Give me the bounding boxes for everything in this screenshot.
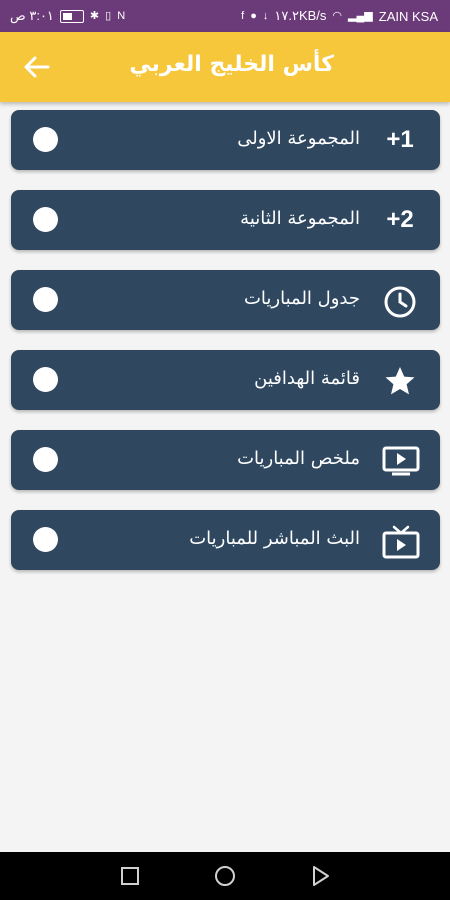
radio-button[interactable]: [33, 127, 58, 152]
triangle-back-icon: [313, 866, 329, 886]
download-icon: ↓: [262, 10, 269, 22]
radio-button[interactable]: [33, 287, 58, 312]
battery-icon: [59, 9, 84, 23]
menu-item-group-two[interactable]: المجموعة الثانية +2: [11, 190, 440, 250]
status-bar: ٣:٠١ ص ✱ ▯ N f ● ↓ ١٧.٢KB/s ◠ ▂▄▆ ZAIN K…: [0, 0, 450, 32]
nfc-icon: N: [117, 10, 126, 22]
radio-button[interactable]: [33, 367, 58, 392]
radio-button[interactable]: [33, 527, 58, 552]
signal-icon: ▂▄▆: [348, 10, 373, 22]
page-title: كأس الخليج العربي: [129, 52, 334, 77]
menu-item-match-highlights[interactable]: ملخص المباريات: [11, 430, 440, 490]
app-bar: كأس الخليج العربي: [0, 32, 450, 102]
menu-item-label: المجموعة الثانية: [240, 208, 360, 229]
carrier-name: ZAIN KSA: [378, 8, 438, 24]
square-icon: [121, 867, 139, 885]
menu-item-label: جدول المباريات: [243, 288, 360, 309]
menu-item-label: البث المباشر للمباريات: [189, 528, 360, 549]
menu-item-match-schedule[interactable]: جدول المباريات: [11, 270, 440, 330]
recents-button[interactable]: [118, 864, 142, 888]
menu-item-top-scorers[interactable]: قائمة الهدافين: [11, 350, 440, 410]
back-nav-button[interactable]: [308, 864, 332, 888]
radio-button[interactable]: [33, 447, 58, 472]
menu-item-live-stream[interactable]: البث المباشر للمباريات: [11, 510, 440, 570]
notification-icon: ●: [250, 10, 257, 22]
wifi-icon: ◠: [332, 10, 343, 22]
star-icon: [382, 365, 418, 395]
menu-item-group-one[interactable]: المجموعة الاولى +1: [11, 110, 440, 170]
system-nav-bar: [0, 852, 450, 900]
menu-list: المجموعة الاولى +1 المجموعة الثانية +2 ج…: [11, 110, 440, 590]
facebook-icon: f: [241, 10, 245, 22]
clock-text: ٣:٠١ ص: [10, 8, 54, 23]
menu-item-label: ملخص المباريات: [237, 448, 360, 469]
video-screen-icon: [382, 445, 420, 476]
status-right: f ● ↓ ١٧.٢KB/s ◠ ▂▄▆ ZAIN KSA: [241, 8, 438, 24]
circle-icon: [215, 866, 235, 886]
menu-item-label: المجموعة الاولى: [237, 128, 360, 149]
status-left: ٣:٠١ ص ✱ ▯ N: [10, 8, 125, 24]
back-button[interactable]: [22, 54, 50, 80]
plus-one-icon: +1: [386, 126, 414, 153]
menu-item-label: قائمة الهدافين: [254, 368, 360, 389]
network-speed: ١٧.٢KB/s: [274, 8, 327, 23]
bluetooth-icon: ✱: [89, 10, 100, 22]
arrow-back-icon: [24, 56, 50, 78]
vibrate-icon: ▯: [105, 10, 112, 22]
live-tv-icon: [382, 525, 420, 559]
radio-button[interactable]: [33, 207, 58, 232]
home-button[interactable]: [213, 864, 237, 888]
clock-icon: [382, 285, 418, 318]
plus-two-icon: +2: [386, 206, 414, 233]
